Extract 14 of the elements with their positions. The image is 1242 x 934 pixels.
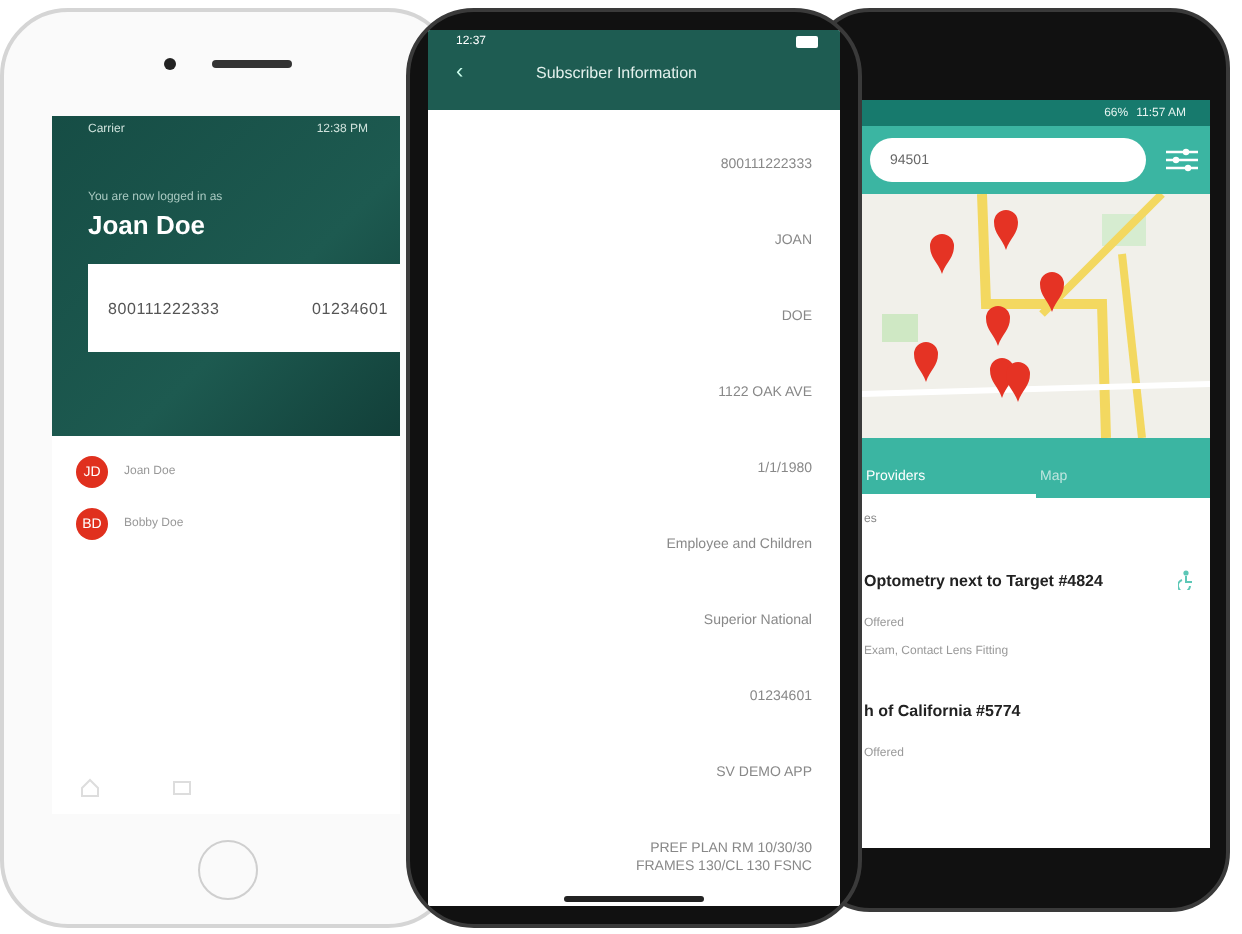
provider-name[interactable]: Optometry next to Target #4824 [864, 571, 1103, 589]
member-card[interactable]: 800111222333 01234601 [88, 264, 400, 352]
card-icon[interactable] [172, 778, 192, 798]
filter-icon[interactable] [1166, 146, 1198, 174]
home-button[interactable] [198, 839, 258, 899]
provider-name[interactable]: h of California #5774 [864, 702, 1021, 720]
accessibility-icon [1178, 570, 1194, 590]
member-id: 800111222333 [108, 299, 220, 317]
user-name: Joan Doe [88, 210, 208, 240]
home-icon[interactable] [80, 778, 100, 798]
battery-icon [796, 36, 820, 48]
back-button[interactable]: ‹ [456, 60, 536, 84]
screen-title: Subscriber Information [536, 63, 697, 81]
group-number: 01234601 [312, 299, 388, 317]
